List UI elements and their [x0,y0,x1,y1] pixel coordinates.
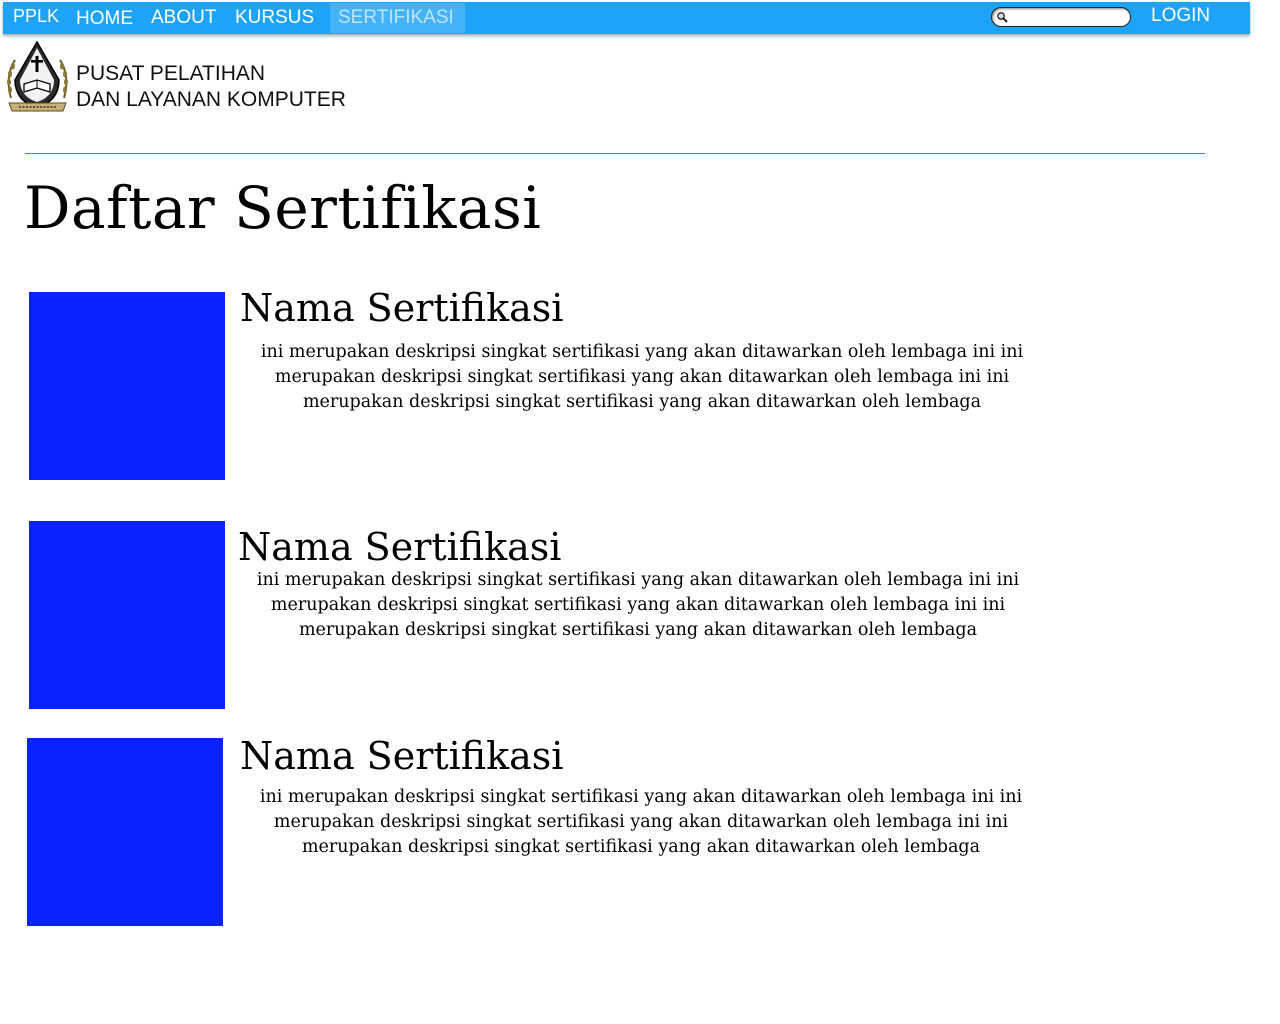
cert-name[interactable]: Nama Sertifikasi [240,285,563,331]
top-navbar: PPLK HOME ABOUT KURSUS SERTIFIKASI LOGIN [3,2,1250,34]
nav-sertifikasi-link[interactable]: SERTIFIKASI [330,3,465,33]
institution-logo [7,40,68,112]
nav-brand-link[interactable]: PPLK [13,0,59,32]
cert-description: ini merupakan deskripsi singkat sertifik… [256,570,1020,640]
search-icon [997,12,1008,23]
search-input[interactable] [1010,9,1120,23]
nav-home-link[interactable]: HOME [76,3,133,35]
page-title: Daftar Sertifikasi [24,174,542,242]
cert-name[interactable]: Nama Sertifikasi [240,733,563,779]
organization-name: PUSAT PELATIHAN DAN LAYANAN KOMPUTER [76,61,346,113]
cert-thumbnail[interactable] [29,521,225,709]
cert-description: ini merupakan deskripsi singkat sertifik… [259,787,1023,857]
cert-thumbnail[interactable] [27,738,223,926]
nav-about-link[interactable]: ABOUT [151,2,216,34]
header-divider [25,153,1205,154]
nav-kursus-link[interactable]: KURSUS [235,2,314,34]
org-name-line2: DAN LAYANAN KOMPUTER [76,88,346,111]
login-link[interactable]: LOGIN [1151,0,1210,32]
cert-thumbnail[interactable] [29,292,225,480]
org-name-line1: PUSAT PELATIHAN [76,62,266,85]
search-box[interactable] [991,7,1131,27]
cert-description: ini merupakan deskripsi singkat sertifik… [260,342,1024,412]
cert-name[interactable]: Nama Sertifikasi [238,524,561,570]
